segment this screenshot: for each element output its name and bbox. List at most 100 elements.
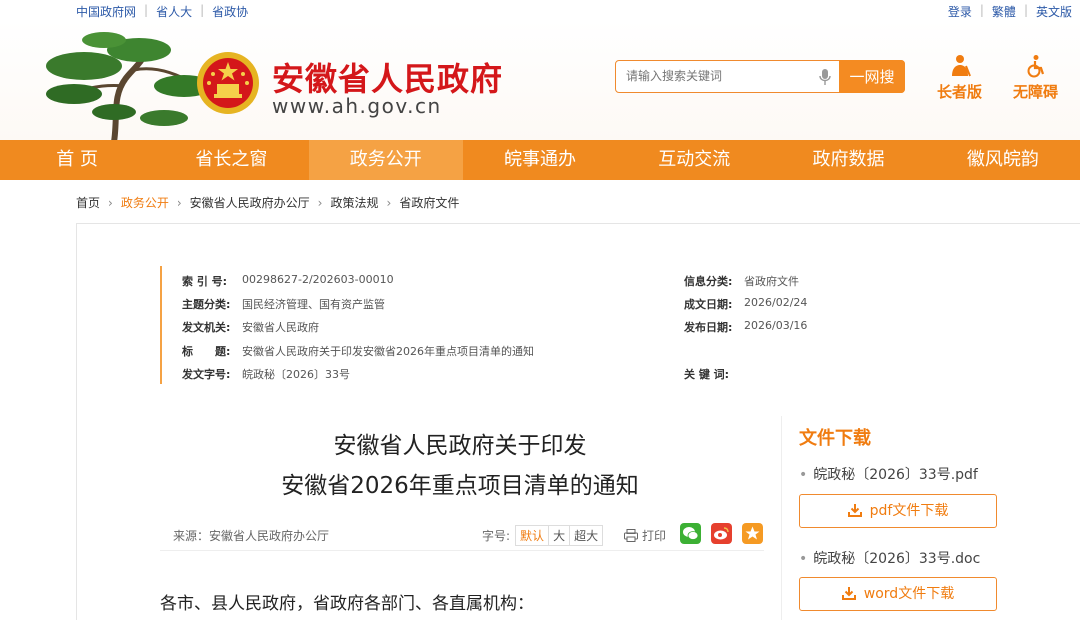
article-toolbar: 来源：安徽省人民政府办公厅 字号: 默认 大 超大 打印 [160, 519, 764, 551]
document-metadata: 索 引 号: 00298627-2/202603-00010 主题分类: 国民经… [160, 266, 820, 384]
top-links-bar: 中国政府网 | 省人大 | 省政协 登录 | 繁體 | 英文版 [0, 0, 1080, 20]
breadcrumb-government-affairs[interactable]: 政务公开 [121, 194, 169, 211]
meta-label: 成文日期: [684, 298, 733, 311]
login-link[interactable]: 登录 [948, 3, 972, 20]
elder-mode-button[interactable]: 长者版 [937, 54, 982, 102]
bullet-icon: • [799, 551, 808, 567]
printer-icon [624, 529, 638, 542]
meta-doc-number: 发文字号: 皖政秘〔2026〕33号 [182, 366, 350, 382]
chevron-right-icon: › [317, 195, 323, 210]
meta-value: 2026/02/24 [744, 296, 808, 309]
microphone-icon[interactable] [819, 68, 831, 86]
breadcrumb-provincial-documents[interactable]: 省政府文件 [399, 194, 459, 211]
meta-value: 省政府文件 [744, 275, 799, 288]
weibo-share-icon[interactable] [711, 523, 732, 544]
chevron-right-icon: › [386, 195, 392, 210]
elder-icon [951, 55, 971, 77]
print-label: 打印 [642, 529, 667, 543]
meta-issuer: 发文机关: 安徽省人民政府 [182, 319, 319, 335]
separator: | [200, 3, 205, 17]
download-file-doc: • 皖政秘〔2026〕33号.doc [799, 548, 980, 568]
separator: | [144, 3, 149, 17]
meta-label: 索 引 号: [182, 275, 228, 288]
meta-title: 标 题: 安徽省人民政府关于印发安徽省2026年重点项目清单的通知 [182, 343, 534, 359]
meta-value: 安徽省人民政府 [242, 321, 319, 334]
meta-label: 信息分类: [684, 275, 733, 288]
search-input[interactable] [626, 69, 816, 83]
nav-online-services[interactable]: 皖事通办 [463, 140, 617, 180]
font-size-large[interactable]: 大 [548, 525, 571, 546]
word-download-label: word文件下载 [863, 586, 955, 602]
bullet-icon: • [799, 467, 808, 483]
meta-label: 关 键 词: [684, 368, 730, 381]
accessibility-label: 无障碍 [1013, 83, 1059, 101]
meta-value: 00298627-2/202603-00010 [242, 273, 394, 286]
print-button[interactable]: 打印 [624, 527, 666, 544]
site-header: 安徽省人民政府 www.ah.gov.cn 一网搜 长者版 无障碍 [0, 20, 1080, 142]
chevron-right-icon: › [108, 195, 113, 210]
download-icon [847, 504, 862, 517]
article-title-line-2: 安徽省2026年重点项目清单的通知 [281, 473, 639, 499]
meta-keywords: 关 键 词: [684, 366, 744, 382]
meta-info-category: 信息分类: 省政府文件 [684, 273, 799, 289]
meta-label: 发布日期: [684, 321, 733, 334]
file-name: 皖政秘〔2026〕33号.pdf [813, 467, 978, 483]
meta-value: 安徽省人民政府关于印发安徽省2026年重点项目清单的通知 [242, 345, 534, 358]
breadcrumb-general-office[interactable]: 安徽省人民政府办公厅 [190, 194, 310, 211]
file-name: 皖政秘〔2026〕33号.doc [813, 551, 981, 567]
chevron-right-icon: › [176, 195, 182, 210]
link-provincial-cppcc[interactable]: 省政协 [212, 3, 248, 20]
nav-interaction[interactable]: 互动交流 [617, 140, 771, 180]
meta-label: 标 题: [182, 345, 231, 358]
pdf-download-label: pdf文件下载 [869, 503, 949, 519]
wheelchair-icon [1027, 55, 1044, 78]
pdf-download-button[interactable]: pdf文件下载 [799, 494, 997, 528]
file-download-heading: 文件下载 [799, 428, 871, 449]
meta-category: 主题分类: 国民经济管理、国有资产监管 [182, 296, 385, 312]
elder-mode-label: 长者版 [937, 83, 983, 101]
article-title-line-1: 安徽省人民政府关于印发 [333, 433, 587, 459]
breadcrumb-home[interactable]: 首页 [76, 194, 100, 211]
traditional-chinese-link[interactable]: 繁體 [992, 3, 1016, 20]
breadcrumb-policies[interactable]: 政策法规 [330, 194, 378, 211]
main-nav: 首 页 省长之窗 政务公开 皖事通办 互动交流 政府数据 徽风皖韵 [0, 140, 1080, 180]
meta-value: 国民经济管理、国有资产监管 [242, 298, 385, 311]
font-size-xlarge[interactable]: 超大 [569, 525, 604, 546]
nav-culture[interactable]: 徽风皖韵 [926, 140, 1080, 180]
nav-government-data[interactable]: 政府数据 [771, 140, 925, 180]
file-download-panel: 文件下载 • 皖政秘〔2026〕33号.pdf pdf文件下载 • 皖政秘〔2026… [781, 416, 1080, 620]
favorite-star-icon[interactable] [742, 523, 763, 544]
meta-index: 索 引 号: 00298627-2/202603-00010 [182, 273, 394, 289]
meta-created-date: 成文日期: 2026/02/24 [684, 296, 807, 312]
nav-governor-window[interactable]: 省长之窗 [154, 140, 308, 180]
search-button[interactable]: 一网搜 [839, 60, 905, 93]
meta-published-date: 发布日期: 2026/03/16 [684, 319, 807, 335]
font-size-default[interactable]: 默认 [515, 525, 550, 546]
font-size-label: 字号: [482, 529, 511, 543]
word-download-button[interactable]: word文件下载 [799, 577, 997, 611]
link-provincial-congress[interactable]: 省人大 [156, 3, 192, 20]
separator: | [979, 3, 984, 17]
download-file-pdf: • 皖政秘〔2026〕33号.pdf [799, 464, 978, 484]
site-url: www.ah.gov.cn [272, 94, 442, 118]
meta-value: 皖政秘〔2026〕33号 [242, 368, 350, 381]
link-gov-cn[interactable]: 中国政府网 [76, 3, 136, 20]
wechat-share-icon[interactable] [680, 523, 701, 544]
meta-label: 发文机关: [182, 321, 231, 334]
english-version-link[interactable]: 英文版 [1036, 3, 1072, 20]
accessibility-button[interactable]: 无障碍 [1013, 54, 1058, 102]
nav-government-affairs[interactable]: 政务公开 [308, 140, 463, 180]
meta-label: 发文字号: [182, 368, 231, 381]
meta-value: 2026/03/16 [744, 319, 808, 332]
font-size-selector: 字号: 默认 大 超大 [482, 525, 604, 546]
pine-tree-icon [46, 32, 214, 142]
breadcrumb: 首页 › 政务公开 › 安徽省人民政府办公厅 › 政策法规 › 省政府文件 [76, 194, 459, 211]
download-icon [841, 587, 856, 600]
article-title: 安徽省人民政府关于印发 安徽省2026年重点项目清单的通知 [160, 426, 760, 506]
separator: | [1023, 3, 1028, 17]
article-source: 来源：安徽省人民政府办公厅 [173, 529, 330, 543]
search-box: 一网搜 [615, 60, 905, 93]
nav-home[interactable]: 首 页 [0, 140, 154, 180]
article-salutation: 各市、县人民政府，省政府各部门、各直属机构： [160, 594, 534, 614]
national-emblem-icon [197, 52, 259, 114]
